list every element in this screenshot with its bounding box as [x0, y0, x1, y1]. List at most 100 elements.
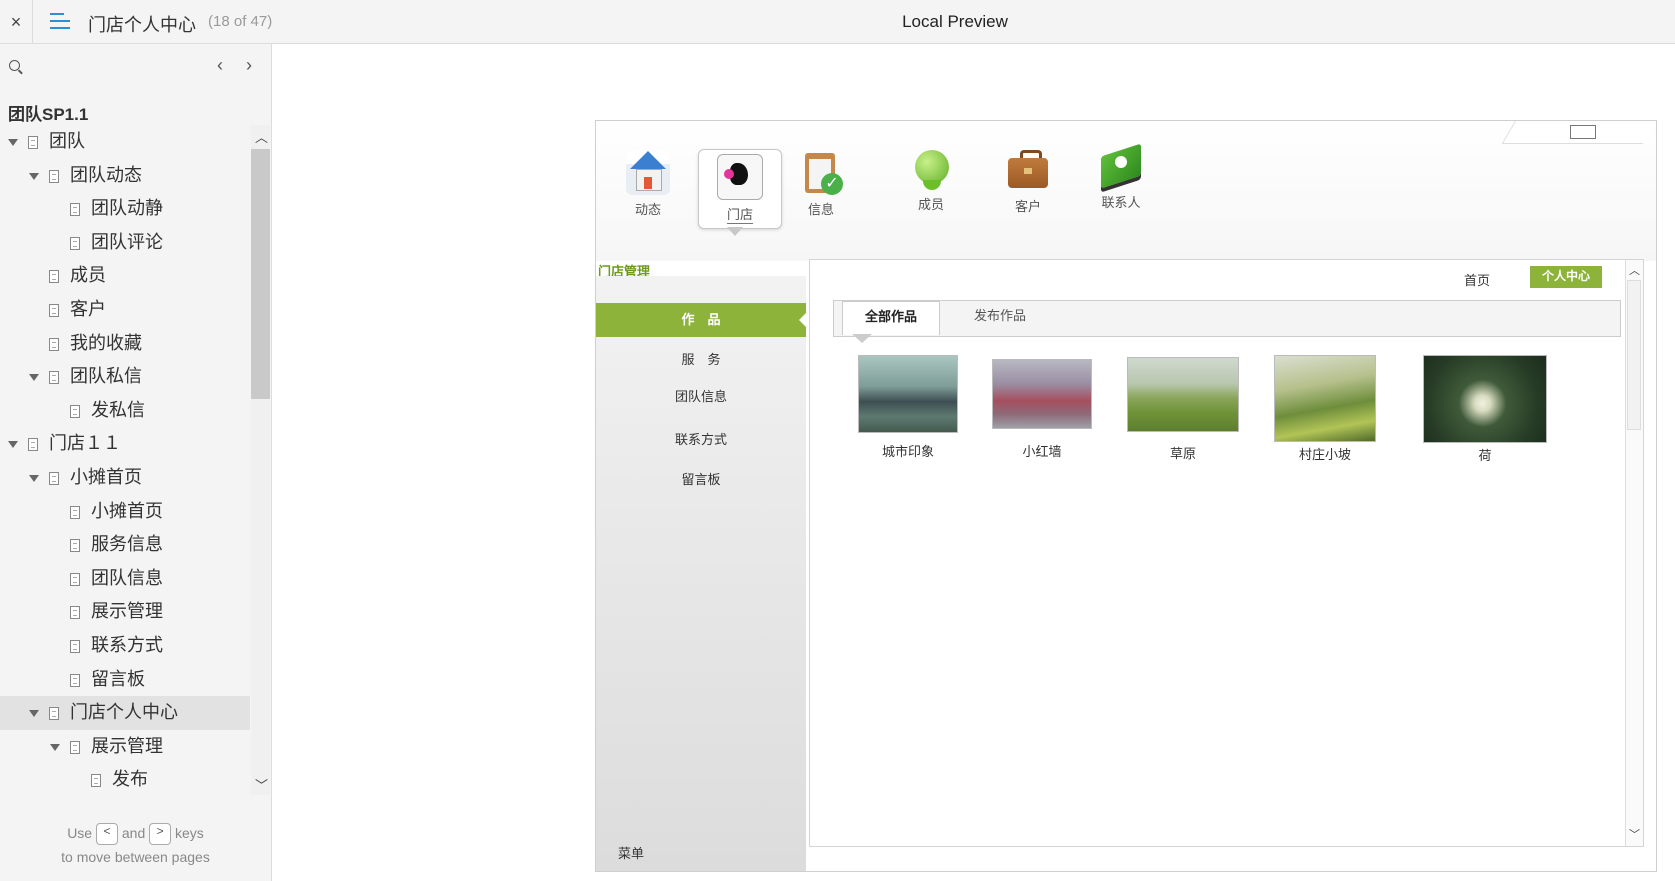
expand-caret-icon[interactable] [8, 139, 18, 146]
expand-caret-icon[interactable] [29, 474, 39, 482]
tree-item-label: 发私信 [91, 399, 145, 420]
left-nav-service[interactable]: 服 务 [596, 349, 806, 368]
app-label: 客户 [1014, 199, 1041, 214]
app-label: 信息 [807, 202, 834, 217]
sidebar-tree-item[interactable]: 发布 [0, 763, 250, 797]
page-doc-icon [28, 136, 38, 149]
tree-item-label: 团队信息 [91, 567, 163, 588]
work-item[interactable]: 荷 [1423, 355, 1547, 464]
sidebar-scrollbar[interactable]: ︿ ﹀ [251, 125, 270, 795]
sidebar-tree-item[interactable]: 小摊首页 [0, 495, 250, 529]
tree-item-label: 成员 [70, 265, 106, 286]
sidebar-tree-item[interactable]: 我的收藏 [0, 327, 250, 361]
page-doc-icon [49, 169, 59, 183]
sidebar-tree-item[interactable]: 展示管理 [0, 595, 250, 629]
sidebar-tree-item[interactable]: 展示管理 [0, 730, 250, 764]
sidebar-tree-item[interactable]: 小摊首页 [0, 461, 250, 495]
tree-item-label: 团队评论 [91, 231, 163, 252]
member-icon [909, 146, 953, 190]
work-item[interactable]: 小红墙 [992, 359, 1092, 460]
tree-item-label: 小摊首页 [70, 466, 142, 487]
expand-caret-icon[interactable] [29, 172, 39, 180]
left-nav-guestbook[interactable]: 留言板 [596, 469, 806, 488]
sidebar-tree-item[interactable]: 团队动静 [0, 192, 250, 226]
work-caption: 城市印象 [881, 444, 934, 459]
sidebar-tree-item[interactable]: 成员 [0, 259, 250, 293]
work-caption: 小红墙 [1022, 444, 1062, 459]
left-nav-team-info[interactable]: 团队信息 [596, 386, 806, 405]
app-dynamic[interactable]: 动态 [613, 151, 683, 218]
sidebar-search[interactable]: ‹ › [0, 44, 271, 88]
scroll-down-icon[interactable]: ﹀ [255, 775, 268, 794]
scroll-up-icon[interactable]: ︿ [1629, 262, 1640, 278]
tree-item-label: 展示管理 [91, 735, 163, 756]
sidebar-tree-item[interactable]: 团队私信 [0, 360, 250, 394]
sidebar-tree-item[interactable]: 服务信息 [0, 528, 250, 562]
app-contacts[interactable]: 联系人 [1086, 143, 1156, 211]
tree-item-label: 门店个人中心 [70, 702, 178, 723]
app-customer[interactable]: 客户 [993, 148, 1063, 215]
tab-all-works[interactable]: 全部作品 [842, 301, 940, 335]
scroll-up-icon[interactable]: ︿ [255, 127, 268, 146]
app-shop[interactable]: 门店 [698, 149, 782, 229]
sidebar-tree-item[interactable]: 门店１１ [0, 427, 250, 461]
prototype-frame: 动态 门店 ✓ 信息 成员 客户 联系人 门店管理 作 品 服 务 团队信息 联… [595, 120, 1657, 872]
home-link[interactable]: 首页 [1464, 270, 1490, 289]
keyboard-hint: Use < and > keys to move between pages [0, 821, 271, 869]
expand-caret-icon[interactable] [8, 441, 18, 449]
sidebar-tree-item[interactable]: 门店个人中心 [0, 696, 250, 730]
sidebar-tree-item[interactable]: 团队信息 [0, 562, 250, 596]
left-nav-works[interactable]: 作 品 [596, 303, 807, 337]
tree-item-label: 客户 [70, 298, 106, 319]
scroll-down-icon[interactable]: ﹀ [1629, 826, 1640, 842]
sidebar-tree-item[interactable]: 联系方式 [0, 629, 250, 663]
sidebar-tree-item[interactable]: 客户 [0, 293, 250, 327]
contact-book-icon [1099, 143, 1143, 189]
hint-line2: to move between pages [61, 849, 210, 866]
previous-page-button[interactable]: ‹ [217, 55, 223, 76]
work-item[interactable]: 村庄小坡 [1274, 355, 1376, 463]
app-member[interactable]: 成员 [896, 146, 966, 213]
hint-use: Use [67, 825, 93, 841]
sidebar-tree-item[interactable]: 团队动态 [0, 159, 250, 193]
page-doc-icon [70, 572, 80, 586]
search-icon[interactable] [9, 60, 20, 71]
preview-title: Local Preview [902, 12, 1008, 31]
app-label: 动态 [634, 202, 661, 217]
expand-caret-icon[interactable] [50, 743, 60, 751]
page-doc-icon [70, 639, 80, 653]
left-nav: 作 品 服 务 团队信息 联系方式 留言板 [596, 276, 807, 871]
shop-icon [717, 154, 763, 200]
sidebar-tree-item[interactable]: 发私信 [0, 394, 250, 428]
next-key-icon: > [149, 823, 172, 846]
expand-caret-icon[interactable] [29, 710, 39, 718]
tree-item-label: 门店１１ [49, 433, 121, 454]
menu-label[interactable]: 菜单 [618, 843, 644, 862]
personal-center-badge[interactable]: 个人中心 [1530, 266, 1602, 288]
work-caption: 村庄小坡 [1298, 447, 1351, 462]
sidebar-tree-item[interactable]: 团队 [0, 125, 250, 159]
expand-caret-icon[interactable] [29, 374, 39, 382]
tree-item-label: 联系方式 [91, 634, 163, 655]
sidebar-tree-item[interactable]: 留言板 [0, 663, 250, 697]
left-nav-contact[interactable]: 联系方式 [596, 429, 806, 448]
work-item[interactable]: 城市印象 [858, 355, 958, 460]
page-doc-icon [70, 740, 80, 754]
window-icon[interactable] [1570, 125, 1596, 139]
content-scrollbar[interactable]: ︿ ﹀ [1625, 260, 1643, 846]
page-doc-icon [70, 673, 80, 687]
next-page-button[interactable]: › [246, 55, 252, 76]
scroll-thumb[interactable] [1627, 280, 1641, 430]
sidebar-tree-item[interactable]: 团队评论 [0, 226, 250, 260]
work-item[interactable]: 草原 [1127, 357, 1239, 462]
tab-publish-works[interactable]: 发布作品 [974, 301, 1026, 334]
tree-item-label: 展示管理 [91, 601, 163, 622]
scroll-thumb[interactable] [251, 149, 270, 399]
page-doc-icon [70, 203, 80, 217]
tree-item-label: 团队动态 [70, 164, 142, 185]
page-doc-icon [49, 371, 59, 385]
page-doc-icon [70, 404, 80, 418]
selected-pointer [727, 227, 743, 236]
app-info[interactable]: ✓ 信息 [786, 151, 856, 218]
tree-item-label: 服务信息 [91, 534, 163, 555]
